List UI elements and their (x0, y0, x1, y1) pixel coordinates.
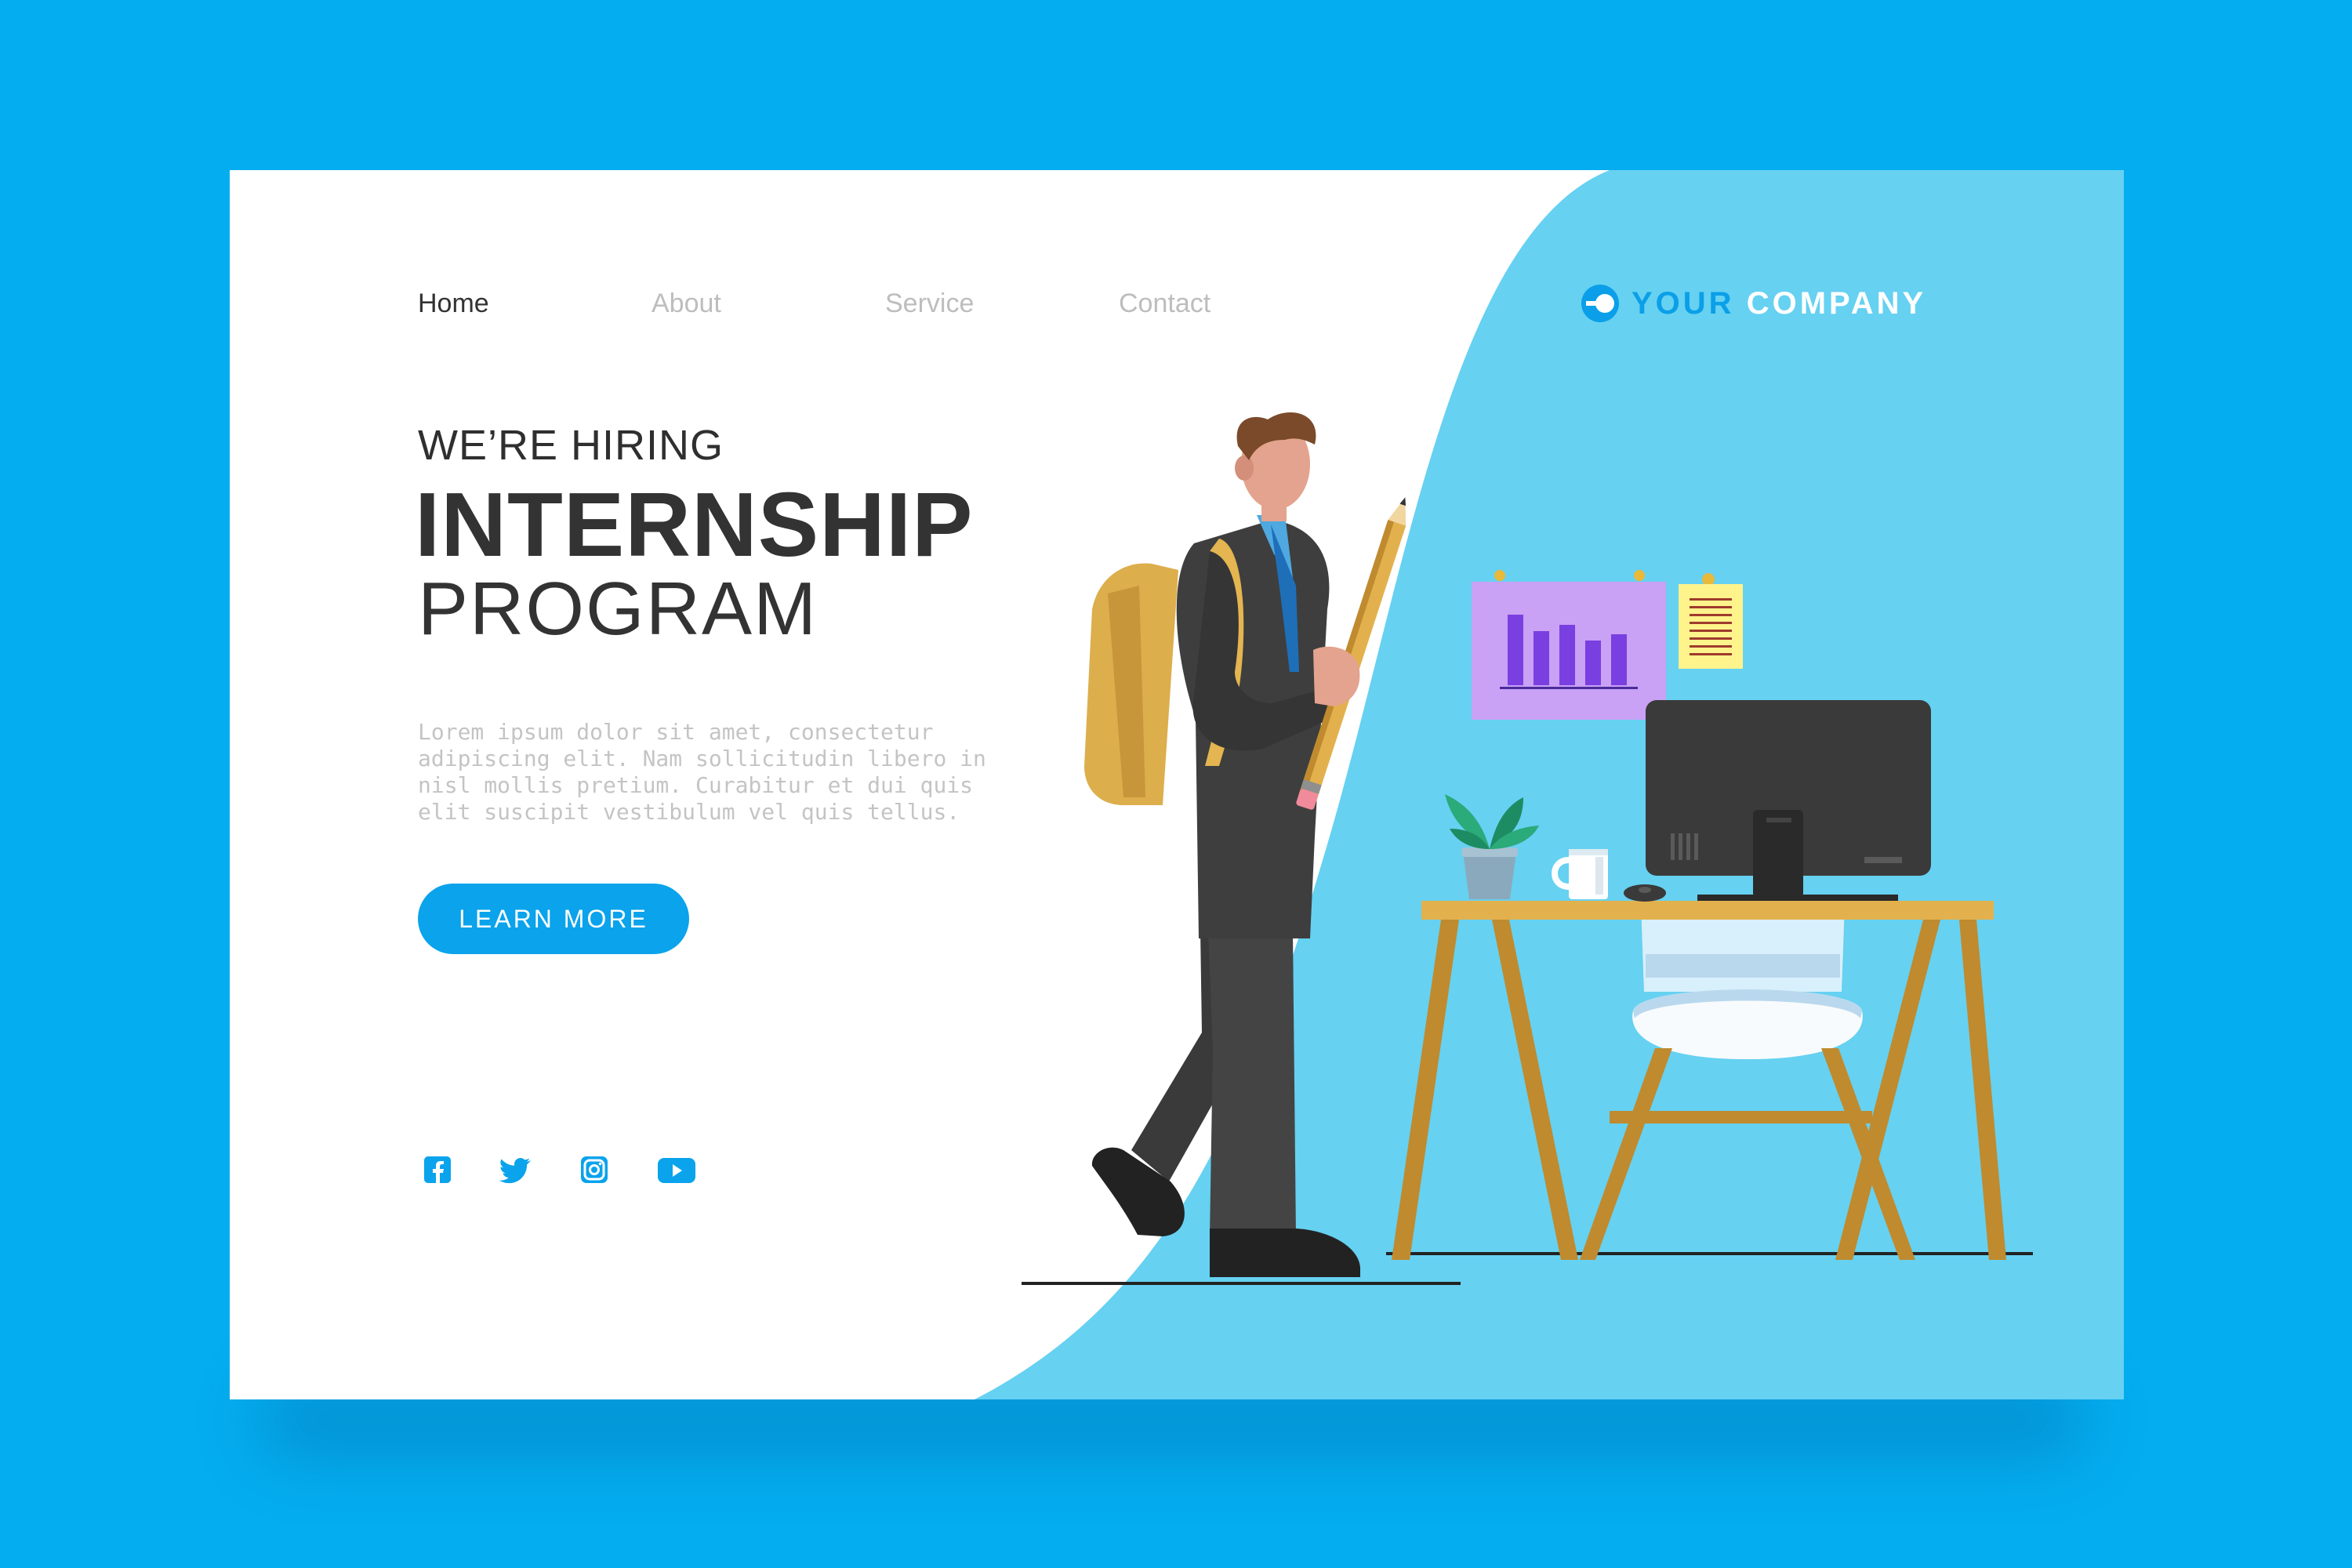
mouse (1624, 884, 1666, 902)
mug (1552, 849, 1608, 899)
man-with-backpack (1084, 412, 1406, 1277)
sticky-note (1679, 573, 1743, 669)
ground-line-left (1022, 1282, 1461, 1285)
wall-chart (1472, 570, 1666, 720)
computer-monitor (1646, 700, 1931, 901)
plant (1445, 794, 1539, 899)
landing-page-card: Home About Service Contact YOUR COMPANY … (230, 170, 2124, 1399)
hero-illustration (1022, 412, 2033, 1285)
ground-line-right (1386, 1252, 2033, 1255)
